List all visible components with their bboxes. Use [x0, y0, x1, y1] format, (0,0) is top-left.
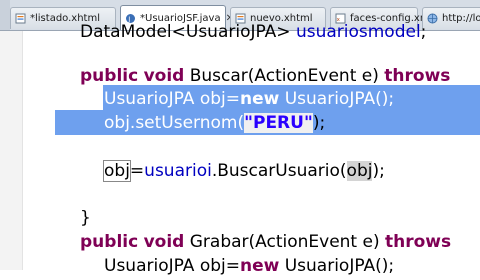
code-line[interactable]: UsuarioJPA obj=new UsuarioJPA(); — [104, 252, 394, 280]
code-keyword: public — [80, 66, 139, 86]
code-keyword: new — [239, 256, 280, 276]
tab-browser-localhost[interactable]: http://localhos — [422, 7, 480, 29]
code-token: usuariosmodel — [295, 22, 421, 42]
code-keyword: throws — [385, 232, 452, 252]
code-token: ); — [372, 161, 385, 181]
code-token: UsuarioJPA(); — [279, 89, 395, 109]
code-token: UsuarioJPA obj= — [104, 89, 240, 109]
code-keyword: public — [80, 232, 139, 252]
globe-icon — [427, 13, 438, 24]
code-keyword: void — [143, 66, 185, 86]
code-keyword: new — [239, 89, 280, 109]
code-keyword: throws — [384, 66, 451, 86]
code-token: ; — [420, 22, 427, 42]
code-line[interactable]: obj.setUsernom("PERU"); — [104, 109, 325, 137]
tab-bar-edge — [0, 0, 10, 30]
xhtml-file-icon — [15, 13, 26, 24]
code-string: "PERU" — [244, 113, 313, 133]
code-token: UsuarioJPA(); — [279, 256, 395, 276]
editor-gutter — [0, 31, 23, 270]
tab-label: http://localhos — [442, 13, 480, 24]
code-keyword: void — [143, 232, 185, 252]
code-token: obj.setUsernom( — [104, 113, 245, 133]
code-token: DataModel<UsuarioJPA> — [80, 22, 296, 42]
code-token: Grabar(ActionEvent e) — [184, 232, 385, 252]
code-token: .BuscarUsuario( — [211, 161, 347, 181]
code-token: obj — [346, 161, 373, 181]
code-field: usuarioi — [144, 161, 212, 181]
code-token: UsuarioJPA obj= — [104, 256, 240, 276]
code-token: = — [129, 161, 145, 181]
code-line[interactable]: DataModel<UsuarioJPA> usuariosmodel; — [80, 18, 426, 46]
code-line[interactable]: obj=usuarioi.BuscarUsuario(obj); — [103, 157, 385, 185]
code-token: obj — [103, 160, 131, 182]
code-token: } — [80, 208, 91, 228]
code-token: Buscar(ActionEvent e) — [184, 66, 385, 86]
code-token: ); — [312, 113, 326, 133]
